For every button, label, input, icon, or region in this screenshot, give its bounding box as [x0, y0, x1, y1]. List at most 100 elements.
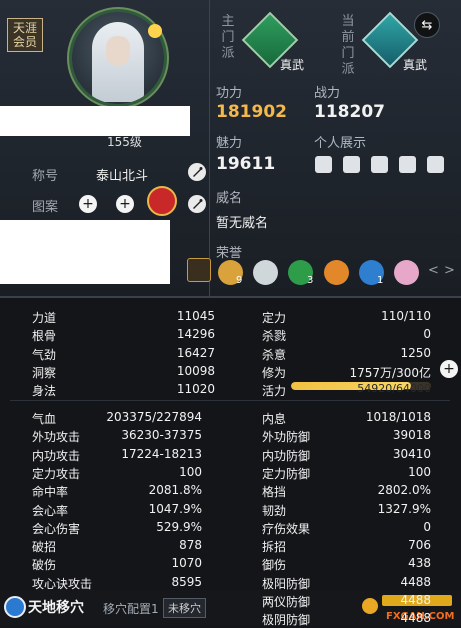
show-card-icon[interactable]: [315, 156, 332, 173]
add-pattern-button-1[interactable]: +: [79, 195, 97, 213]
attr-label: 命中率: [32, 485, 69, 500]
attr-label: 拆招: [262, 540, 287, 555]
title-label: 称号: [32, 169, 59, 184]
brush-icon: [193, 199, 203, 209]
current-sect-name: 真武: [403, 58, 428, 72]
attr-label: 修为: [262, 365, 287, 380]
main-sect-label: 主门派: [221, 14, 235, 61]
title-value: 泰山北斗: [96, 169, 149, 184]
honor-count: 9: [236, 275, 243, 286]
attr-value: 878: [179, 538, 202, 553]
tianya-member-badge[interactable]: 天涯会员: [7, 18, 43, 52]
weiming-label: 威名: [216, 191, 243, 206]
personal-show-label: 个人展示: [314, 136, 367, 151]
attr-label: 力道: [32, 311, 57, 325]
attr-label: 活力: [262, 384, 287, 399]
attr-value: 54920/64000: [357, 382, 431, 396]
attr-value: 2802.0%: [377, 483, 431, 498]
edit-pattern-button[interactable]: [188, 195, 206, 213]
honor-label: 荣誉: [216, 246, 243, 261]
meili-value: 19611: [216, 154, 276, 174]
attr-value: 11045: [176, 309, 215, 323]
edit-title-button[interactable]: [188, 163, 206, 181]
honor-tree-icon[interactable]: [253, 260, 278, 285]
attr-value: 1018/1018: [365, 410, 431, 424]
attr-value: 10098: [176, 363, 215, 378]
zhanli-value: 118207: [314, 102, 385, 122]
zhanli-label: 战力: [314, 86, 341, 101]
honor-next-button[interactable]: >: [444, 263, 455, 278]
show-building-icon[interactable]: [371, 156, 388, 173]
attr-label: 内功攻击: [32, 448, 81, 463]
attr-label: 极阳防御: [262, 576, 311, 591]
honor-master-icon[interactable]: [324, 260, 349, 285]
attr-value: 100: [408, 464, 431, 479]
attr-label: 定力攻击: [32, 466, 81, 481]
attr-value: 706: [408, 538, 431, 553]
move-acupoint-title[interactable]: 天地移穴: [28, 597, 84, 617]
attr-label: 根骨: [32, 329, 57, 344]
honor-count: 1: [377, 275, 384, 286]
pattern-emblem-icon[interactable]: [147, 186, 177, 216]
honor-flower-icon[interactable]: [394, 260, 419, 285]
attr-label: 攻心诀攻击: [32, 576, 93, 591]
attr-value: 0: [423, 519, 431, 534]
show-house-icon[interactable]: [343, 156, 360, 173]
attr-value: 110/110: [381, 309, 431, 323]
pattern-label: 图案: [32, 200, 59, 215]
attr-label: 定力防御: [262, 466, 311, 481]
attr-label: 两仪防御: [262, 595, 311, 609]
attr-value: 30410: [392, 446, 431, 461]
attr-label: 内功防御: [262, 448, 311, 463]
show-landscape-icon[interactable]: [399, 156, 416, 173]
add-cultivation-button[interactable]: +: [440, 360, 458, 378]
honor-prev-button[interactable]: <: [428, 263, 439, 278]
attr-value: 4488: [400, 611, 431, 626]
attr-label: 会心伤害: [32, 521, 81, 536]
unmoved-tag: 未移穴: [163, 598, 206, 618]
attr-value: 1070: [171, 556, 202, 571]
attr-value: 2081.8%: [148, 483, 202, 498]
attr-value: 39018: [392, 428, 431, 443]
attr-label: 杀戮: [262, 329, 287, 344]
attr-value: 0: [423, 327, 431, 342]
add-pattern-button-2[interactable]: +: [116, 195, 134, 213]
honor-emblem-icon[interactable]: [187, 258, 211, 282]
attr-value: 1047.9%: [148, 501, 202, 516]
attr-value: 100: [179, 464, 202, 479]
weiming-value: 暂无威名: [216, 216, 269, 231]
acupoint-config-label[interactable]: 移穴配置1: [103, 600, 159, 617]
attr-value: 529.9%: [156, 519, 202, 534]
swap-sect-button[interactable]: ⇆: [414, 12, 440, 38]
attr-label: 会心率: [32, 503, 69, 518]
gongli-value: 181902: [216, 102, 287, 122]
attr-value: 11020: [176, 382, 215, 397]
attr-value: 16427: [176, 345, 215, 360]
attr-label: 定力: [262, 311, 287, 325]
attr-label: 气劲: [32, 347, 57, 362]
attr-value: 1327.9%: [377, 501, 431, 516]
divider: [209, 0, 210, 298]
pattern-redacted: [0, 220, 170, 284]
attr-label: 御伤: [262, 558, 287, 573]
attr-label: 外功防御: [262, 430, 311, 445]
honor-count: 3: [307, 275, 314, 286]
attr-value: 438: [408, 556, 431, 571]
main-sect-name: 真武: [280, 58, 305, 72]
gongli-label: 功力: [216, 86, 243, 101]
attr-label: 内息: [262, 412, 287, 426]
attr-label: 身法: [32, 384, 57, 399]
current-sect-label: 当前门派: [341, 14, 355, 77]
attr-value: 1757万/300亿: [349, 365, 432, 380]
character-name-redacted: [0, 106, 190, 136]
move-acupoint-icon[interactable]: [4, 596, 26, 618]
attr-value: 203375/227894: [106, 410, 202, 424]
attr-value: 4488: [400, 593, 431, 607]
attr-label: 破伤: [32, 558, 57, 573]
attr-label: 疗伤效果: [262, 521, 311, 536]
meili-label: 魅力: [216, 136, 243, 151]
show-outfit-icon[interactable]: [427, 156, 444, 173]
attr-label: 杀意: [262, 347, 287, 362]
portrait-face: [106, 36, 130, 66]
attr-label: 韧劲: [262, 503, 287, 518]
